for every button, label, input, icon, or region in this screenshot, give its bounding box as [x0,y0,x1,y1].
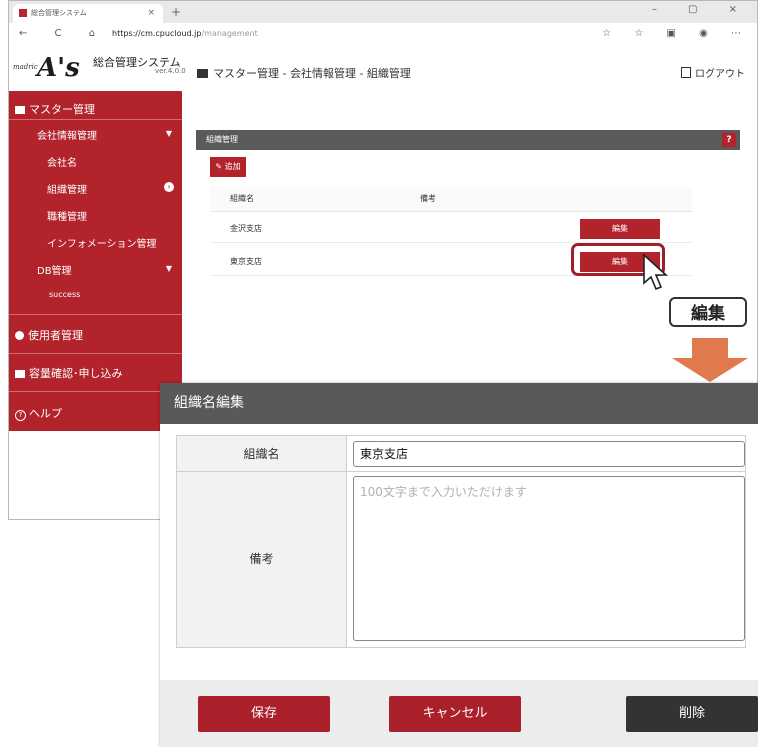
browser-tab[interactable]: 総合管理システム × [13,4,163,23]
nav-buttons[interactable]: ← C ⌂ [19,23,107,45]
panel-title: 組織管理 [206,135,238,144]
toolbar-icons[interactable]: ☆ ☆ ▣ ◉ ⋯ [602,23,751,45]
new-tab-button[interactable]: + [171,4,181,20]
pencil-icon: ✎ [215,162,225,171]
app-header: madric A's 総合管理システム ver.4.0.0 マスター管理 - 会… [9,45,757,89]
table-row: 金沢支店 編集 [210,215,692,243]
url-host: https://cm.cpucloud.jp [112,29,202,38]
folder-icon [15,370,25,378]
logout-label: ログアウト [695,69,745,80]
tab-title: 総合管理システム [31,9,87,17]
edit-button[interactable]: 編集 [580,219,660,239]
chevron-right-icon: › [164,182,174,192]
master-icon [197,69,208,78]
divider [9,119,182,120]
sidebar-label: 容量確認･申し込み [29,367,123,380]
col-name-header: 組織名 [230,194,254,203]
help-icon: ? [15,410,26,421]
divider [9,314,182,315]
sidebar-label: success [49,290,81,299]
row-name: 金沢支店 [230,224,262,233]
sidebar: マスター管理 会社情報管理 ▼ 会社名 組織管理 › 職種管理 インフォメーショ… [9,91,182,431]
sidebar-label: マスター管理 [29,103,95,116]
row-name: 東京支店 [230,257,262,266]
arrow-down-icon [672,338,748,382]
favicon-icon [19,9,27,17]
dialog-footer: 保存 キャンセル 削除 [160,680,758,747]
sidebar-label: インフォメーション管理 [47,239,157,250]
caret-down-icon: ▼ [165,129,172,138]
caret-down-icon: ▼ [165,264,172,273]
url-field[interactable]: https://cm.cpucloud.jp/management [112,23,258,45]
user-icon [15,331,24,340]
add-label: 追加 [224,162,241,171]
sidebar-label: ヘルプ [29,407,62,420]
help-button[interactable]: ? [722,133,736,147]
url-path: /management [201,29,258,38]
callout-label: 編集 [669,297,747,327]
panel-header: 組織管理 ? [196,130,740,150]
edit-form: 組織名 備考 東京支店 100文字まで入力いただけます [176,435,746,648]
logo-big-text: A's [37,53,80,83]
logo: madric A's [13,53,80,83]
dialog-header: 組織名編集 [160,383,758,424]
org-name-input[interactable]: 東京支店 [353,441,745,467]
window-controls[interactable]: – ▢ × [652,4,751,15]
add-button[interactable]: ✎ 追加 [210,157,246,177]
sidebar-label: 職種管理 [47,212,87,223]
save-button[interactable]: 保存 [198,696,330,732]
sidebar-label: 組織管理 [47,185,87,196]
sidebar-label: 会社名 [47,158,77,169]
delete-button[interactable]: 削除 [626,696,758,732]
logout-button[interactable]: ログアウト [681,65,745,80]
col-note-header: 備考 [420,194,436,203]
logout-icon [681,67,691,78]
breadcrumb: マスター管理 - 会社情報管理 - 組織管理 [213,67,411,80]
sidebar-label: 使用者管理 [28,329,83,342]
dialog-title: 組織名編集 [174,395,244,411]
edit-dialog: 組織名編集 組織名 備考 東京支店 100文字まで入力いただけます 保存 キャン… [160,383,758,747]
tab-bar: 総合管理システム × + – ▢ × [9,1,757,23]
version: ver.4.0.0 [155,67,186,75]
tab-close-icon[interactable]: × [147,4,155,23]
divider [9,391,182,392]
divider [9,353,182,354]
cursor-icon [643,253,669,291]
note-textarea[interactable]: 100文字まで入力いただけます [353,476,745,641]
note-label: 備考 [177,472,347,647]
logo-small-text: madric [13,63,38,71]
table-header: 組織名 備考 [210,187,692,212]
name-label: 組織名 [177,436,347,472]
master-icon [15,106,25,114]
cancel-button[interactable]: キャンセル [389,696,521,732]
sidebar-label: 会社情報管理 [37,131,97,142]
sidebar-label: DB管理 [37,266,72,277]
address-bar: ← C ⌂ https://cm.cpucloud.jp/management … [9,23,757,46]
